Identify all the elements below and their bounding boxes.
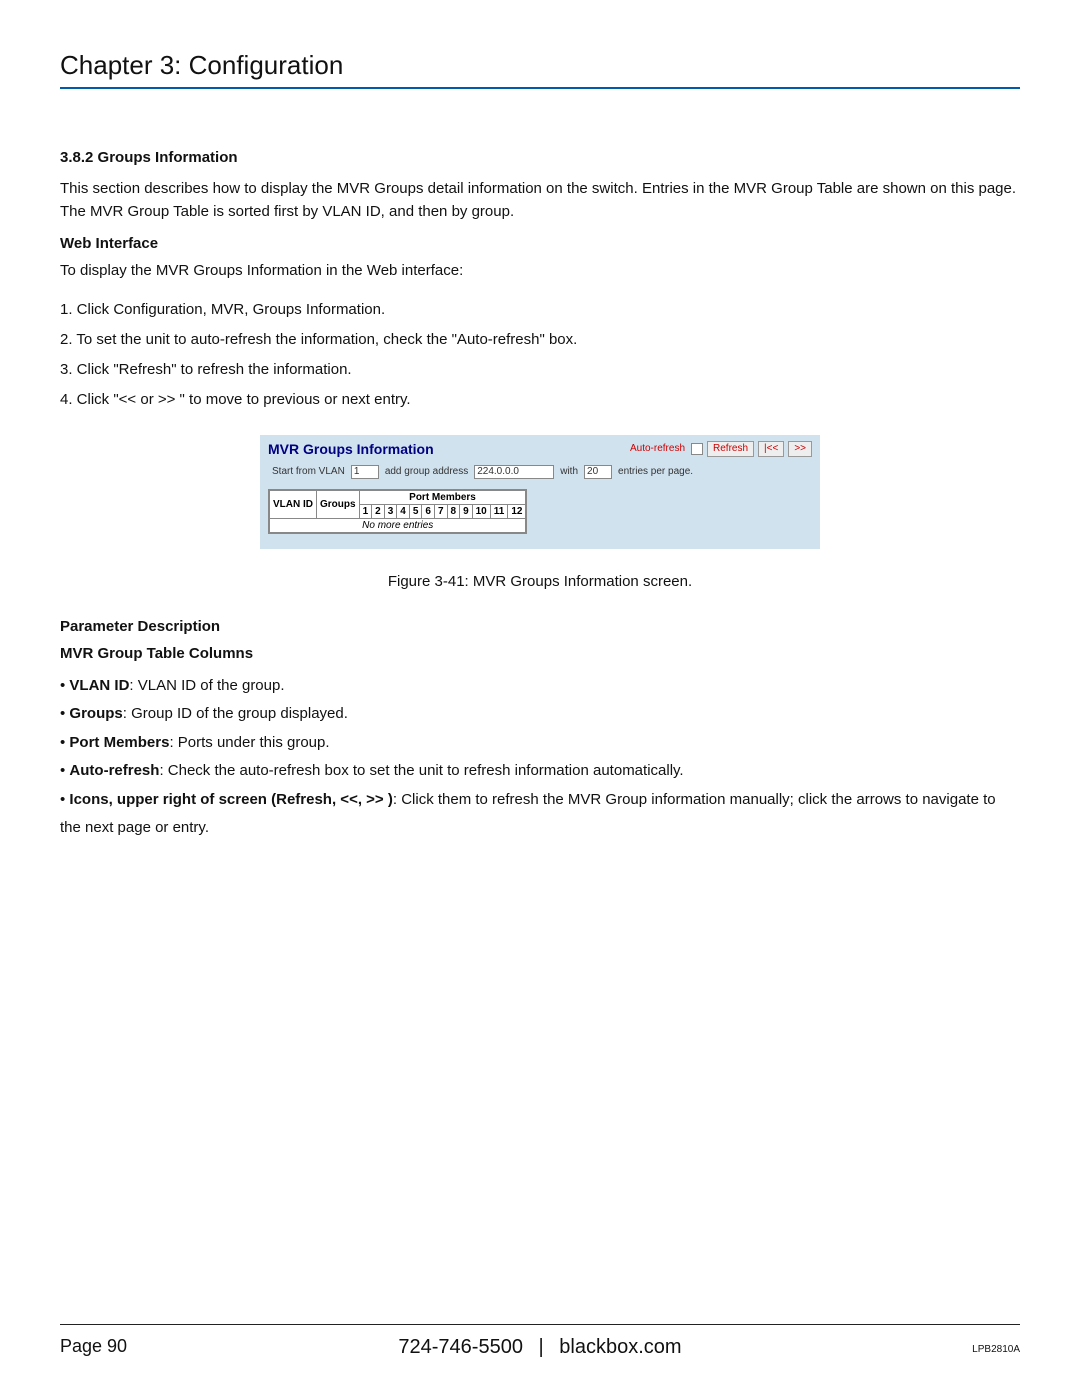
bullet-label: Groups	[69, 705, 122, 722]
bullet-label: Icons, upper right of screen (Refresh, <…	[69, 791, 392, 808]
mvr-table: VLAN ID Groups Port Members 1 2 3 4 5 6 …	[268, 489, 527, 534]
prev-button[interactable]: |<<	[758, 441, 784, 457]
port-col: 1	[359, 504, 372, 518]
start-from-label: Start from VLAN	[272, 466, 345, 477]
footer-model: LPB2810A	[972, 1344, 1020, 1355]
addr-input[interactable]: 224.0.0.0	[474, 465, 554, 479]
step-3: 3. Click "Refresh" to refresh the inform…	[60, 355, 1020, 385]
step-2: 2. To set the unit to auto-refresh the i…	[60, 325, 1020, 355]
auto-refresh-checkbox[interactable]	[691, 443, 703, 455]
port-members-header: Port Members	[359, 490, 526, 504]
with-label: with	[560, 466, 578, 477]
start-from-input[interactable]: 1	[351, 465, 379, 479]
port-col: 2	[372, 504, 385, 518]
port-col: 9	[460, 504, 473, 518]
addr-label: add group address	[385, 466, 468, 477]
title-rule	[60, 87, 1020, 89]
refresh-button[interactable]: Refresh	[707, 441, 754, 457]
port-col: 5	[409, 504, 422, 518]
page-footer: Page 90 724-746-5500 | blackbox.com LPB2…	[60, 1336, 1020, 1357]
figure-title: MVR Groups Information	[268, 441, 434, 457]
with-input[interactable]: 20	[584, 465, 612, 479]
bullet-text: : Check the auto-refresh box to set the …	[159, 762, 683, 779]
footer-rule	[60, 1324, 1020, 1325]
per-page-label: entries per page.	[618, 466, 693, 477]
auto-refresh-label: Auto-refresh	[630, 443, 685, 454]
port-col: 10	[472, 504, 490, 518]
steps-list: 1. Click Configuration, MVR, Groups Info…	[60, 295, 1020, 415]
footer-separator: |	[529, 1336, 554, 1358]
filter-row: Start from VLAN 1 add group address 224.…	[268, 465, 812, 479]
port-col: 3	[384, 504, 397, 518]
document-page: Chapter 3: Configuration 3.8.2 Groups In…	[0, 0, 1080, 1397]
footer-center: 724-746-5500 | blackbox.com	[60, 1336, 1020, 1359]
section-intro: This section describes how to display th…	[60, 178, 1020, 223]
bullet-text: : Ports under this group.	[169, 734, 329, 751]
footer-phone: 724-746-5500	[398, 1336, 523, 1358]
section-heading: 3.8.2 Groups Information	[60, 149, 1020, 166]
bullet-item: • Port Members: Ports under this group.	[60, 729, 1020, 758]
web-interface-heading: Web Interface	[60, 235, 1020, 252]
table-row: VLAN ID Groups Port Members	[270, 490, 526, 504]
port-col: 7	[434, 504, 447, 518]
port-col: 6	[422, 504, 435, 518]
mvr-columns-heading: MVR Group Table Columns	[60, 645, 1020, 662]
port-col: 4	[397, 504, 410, 518]
vlan-id-header: VLAN ID	[270, 490, 317, 518]
footer-site: blackbox.com	[559, 1336, 681, 1358]
bullet-text: : Group ID of the group displayed.	[123, 705, 348, 722]
port-col: 8	[447, 504, 460, 518]
bullet-label: Port Members	[69, 734, 169, 751]
bullet-item: • Icons, upper right of screen (Refresh,…	[60, 786, 1020, 843]
bullet-label: Auto-refresh	[69, 762, 159, 779]
step-4: 4. Click "<< or >> " to move to previous…	[60, 385, 1020, 415]
chapter-title: Chapter 3: Configuration	[60, 50, 1020, 81]
figure-caption: Figure 3-41: MVR Groups Information scre…	[60, 573, 1020, 590]
bullet-list: • VLAN ID: VLAN ID of the group. • Group…	[60, 672, 1020, 843]
bullet-item: • Auto-refresh: Check the auto-refresh b…	[60, 757, 1020, 786]
table-row: No more entries	[270, 518, 526, 532]
port-col: 12	[508, 504, 526, 518]
parameter-description-heading: Parameter Description	[60, 618, 1020, 635]
figure-controls: Auto-refresh Refresh |<< >>	[630, 441, 812, 457]
figure-wrap: MVR Groups Information Auto-refresh Refr…	[60, 435, 1020, 549]
no-entries-row: No more entries	[270, 518, 526, 532]
bullet-label: VLAN ID	[69, 677, 129, 694]
figure-header: MVR Groups Information Auto-refresh Refr…	[268, 441, 812, 457]
next-button[interactable]: >>	[788, 441, 812, 457]
step-1: 1. Click Configuration, MVR, Groups Info…	[60, 295, 1020, 325]
bullet-item: • VLAN ID: VLAN ID of the group.	[60, 672, 1020, 701]
figure-panel: MVR Groups Information Auto-refresh Refr…	[260, 435, 820, 549]
bullet-item: • Groups: Group ID of the group displaye…	[60, 700, 1020, 729]
port-col: 11	[490, 504, 508, 518]
bullet-text: : VLAN ID of the group.	[129, 677, 284, 694]
groups-header: Groups	[317, 490, 360, 518]
web-interface-lead: To display the MVR Groups Information in…	[60, 260, 1020, 283]
